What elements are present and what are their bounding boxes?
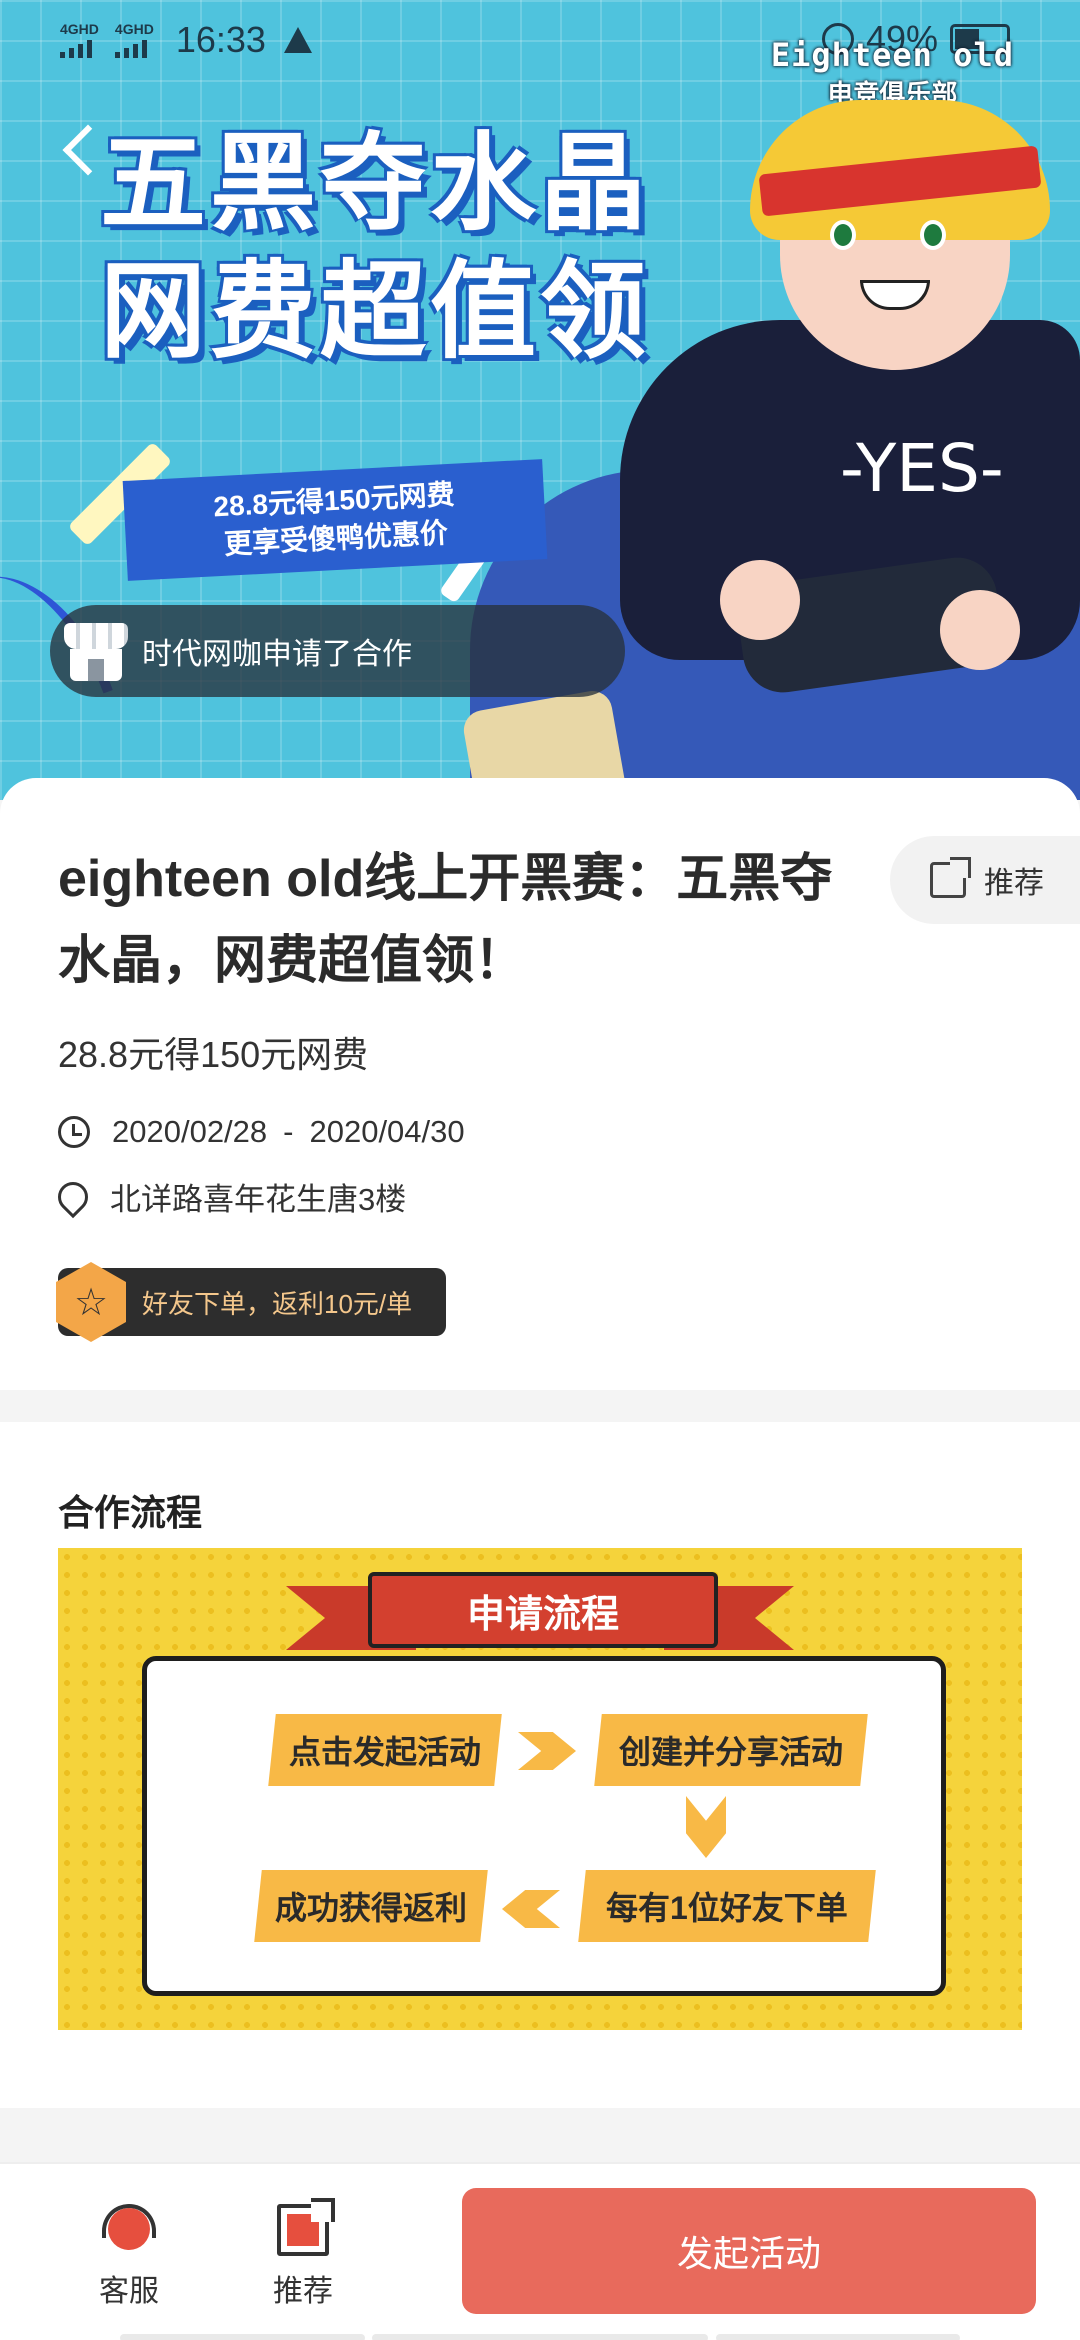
star-icon: ☆ [56,1262,126,1342]
recommend-button[interactable]: 推荐 [248,2198,358,2310]
event-subtitle: 28.8元得150元网费 [58,1034,369,1075]
headset-icon [100,2204,158,2258]
signal-icon-2: 4GHD [114,21,154,58]
banner-headline: 五黑夺水晶 网费超值领 [100,120,650,376]
back-button[interactable] [60,120,100,180]
flow-diagram: 申请流程 点击发起活动 创建并分享活动 每有1位好友下单 成功获得返利 [58,1548,1022,2030]
event-address-row: 北详路喜年花生唐3楼 [51,1174,407,1219]
signal-icon: 4GHD [60,22,99,58]
date-end: 2020/04/30 [309,1114,465,1149]
headline-line-1: 五黑夺水晶 [100,125,650,243]
flow-step-2-label: 创建并分享活动 [618,1734,843,1770]
shirt-text: -YES- [840,430,1004,507]
customer-service-button[interactable]: 客服 [74,2204,184,2310]
location-pin-icon [51,1175,95,1218]
share-button[interactable]: 推荐 [890,836,1080,924]
flow-step-4: 成功获得返利 [254,1870,488,1942]
nav-indicator-3 [716,2334,960,2340]
shop-icon [64,619,128,683]
alarm-clock-icon [58,1116,90,1148]
event-date-row: 2020/02/28 - 2020/04/30 [58,1114,465,1150]
date-separator: - [283,1114,294,1149]
flow-title: 申请流程 [368,1572,718,1648]
flow-step-2: 创建并分享活动 [594,1714,868,1786]
flow-step-1-label: 点击发起活动 [288,1734,481,1770]
share-icon [930,857,971,898]
network-type-2: 4GHD [114,21,154,37]
headline-line-2: 网费超值领 [100,253,650,371]
recommend-label: 推荐 [273,2275,333,2308]
event-info-card: eighteen old线上开黑赛：五黑夺水晶，网费超值领！ 推荐 28.8元得… [0,778,1080,1390]
event-title: eighteen old线上开黑赛：五黑夺水晶，网费超值领！ [58,850,833,990]
event-banner: 4GHD 4GHD 16:33 49% Eighteen old 电竞俱乐部 -… [0,0,1080,800]
rebate-badge: ☆ 好友下单，返利10元/单 [56,1262,446,1342]
club-name-en: Eighteen old [770,36,1014,74]
nav-indicator-2 [372,2334,708,2340]
rebate-text: 好友下单，返利10元/单 [142,1288,413,1319]
flow-box [142,1656,946,1996]
date-start: 2020/02/28 [112,1114,268,1149]
flow-step-3: 每有1位好友下单 [578,1870,876,1942]
cooperation-notice: 时代网咖申请了合作 [50,605,625,697]
cooperation-section: 合作流程 申请流程 点击发起活动 创建并分享活动 每有1位好友下单 成功获得返利 [0,1422,1080,2108]
launch-activity-button[interactable]: 发起活动 [462,2188,1036,2314]
section-title: 合作流程 [58,1492,203,1533]
cooperation-notice-text: 时代网咖申请了合作 [142,638,412,671]
nav-indicator [120,2334,365,2340]
flow-step-3-label: 每有1位好友下单 [606,1890,848,1926]
flow-step-4-label: 成功获得返利 [274,1890,467,1926]
customer-service-label: 客服 [99,2275,159,2308]
network-type: 4GHD [60,21,99,37]
share-square-icon [277,2198,335,2256]
event-address: 北详路喜年花生唐3楼 [110,1182,407,1217]
bottom-action-bar: 客服 推荐 发起活动 [0,2162,1080,2340]
flow-step-1: 点击发起活动 [268,1714,502,1786]
warning-icon [283,27,312,53]
status-time: 16:33 [175,19,266,60]
share-label: 推荐 [984,867,1044,900]
